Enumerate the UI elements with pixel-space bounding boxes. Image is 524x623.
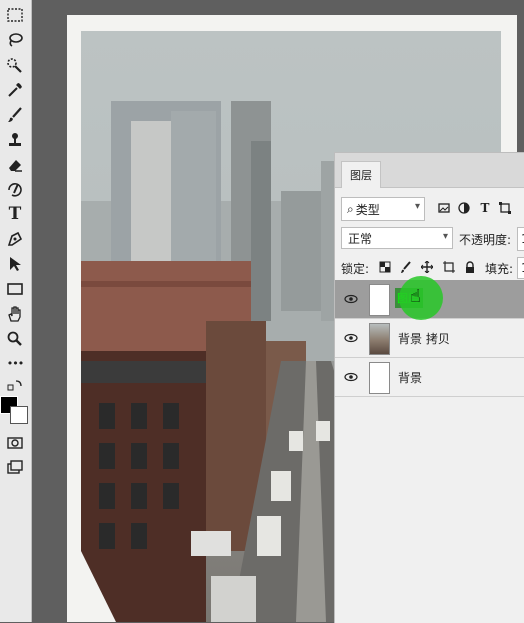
blend-mode-value: 正常: [348, 231, 373, 246]
blend-opacity-row: 正常 ▾ 不透明度: 1: [335, 227, 524, 253]
chevron-down-icon: ▾: [442, 231, 448, 242]
eyedropper-icon[interactable]: [4, 79, 26, 101]
quick-selection-icon[interactable]: [4, 54, 26, 76]
panel-header: 图层: [335, 153, 524, 188]
filter-pixel-icon[interactable]: [435, 199, 453, 217]
layer-filter-row: ⌕ 类型 ▾ T: [335, 197, 524, 223]
filter-shape-icon[interactable]: [496, 199, 514, 217]
lock-image-pixels-icon[interactable]: [398, 259, 414, 275]
layer-thumbnail-transparent: [369, 284, 390, 316]
zoom-icon[interactable]: [4, 328, 26, 350]
path-selection-icon[interactable]: [4, 253, 26, 275]
history-brush-icon[interactable]: [4, 179, 26, 201]
filter-kind-select[interactable]: ⌕ 类型 ▾: [341, 197, 425, 221]
lock-artboard-icon[interactable]: [441, 259, 457, 275]
lock-label: 锁定:: [341, 262, 370, 276]
screen-mode-icon[interactable]: [4, 456, 26, 478]
eraser-icon[interactable]: [4, 154, 26, 176]
chevron-down-icon: ▾: [414, 201, 420, 212]
lasso-icon[interactable]: [4, 29, 26, 51]
lock-position-icon[interactable]: [419, 259, 435, 275]
layer-row-background-copy[interactable]: 背景 拷贝: [335, 319, 524, 358]
filter-type-icon[interactable]: T: [476, 199, 494, 217]
blend-mode-select[interactable]: 正常 ▾: [341, 227, 453, 249]
layers-panel: 图层 ⌕ 类型 ▾ T 正常 ▾ 不透明度: 1 锁定:: [334, 152, 524, 623]
tools-panel: T •••: [0, 0, 32, 622]
layer-name: 背景 拷贝: [398, 332, 450, 346]
search-icon: ⌕: [347, 201, 354, 216]
brush-icon[interactable]: [4, 104, 26, 126]
opacity-input[interactable]: 1: [517, 227, 524, 251]
rectangle-icon[interactable]: [4, 278, 26, 300]
filter-adjustment-icon[interactable]: [455, 199, 473, 217]
lock-transparent-pixels-icon[interactable]: [377, 259, 393, 275]
type-tool-icon[interactable]: T: [4, 203, 26, 225]
tab-layers[interactable]: 图层: [341, 161, 381, 188]
quick-mask-icon[interactable]: [4, 432, 26, 454]
pen-icon[interactable]: [4, 228, 26, 250]
eye-icon[interactable]: [344, 370, 358, 384]
swap-colors-icon[interactable]: [4, 375, 26, 397]
rectangular-marquee-icon[interactable]: [4, 4, 26, 26]
layer-thumbnail-white: [369, 362, 390, 394]
layer-name: 背景: [398, 371, 423, 385]
pointer-hand-icon: ☝: [410, 286, 421, 307]
hand-icon[interactable]: [4, 303, 26, 325]
clone-stamp-icon[interactable]: [4, 129, 26, 151]
layer-row-background[interactable]: 背景: [335, 358, 524, 397]
layer-thumbnail-photo: [369, 323, 390, 355]
lock-all-icon[interactable]: [462, 259, 478, 275]
filter-kind-label: 类型: [355, 202, 380, 217]
background-color-swatch[interactable]: [10, 406, 28, 424]
cursor-highlight: [399, 276, 443, 320]
more-tools-icon[interactable]: •••: [4, 352, 26, 374]
fill-input[interactable]: 1: [517, 257, 524, 279]
eye-icon[interactable]: [344, 331, 358, 345]
fill-label: 填充:: [485, 262, 514, 276]
opacity-label: 不透明度:: [459, 233, 512, 247]
eye-icon[interactable]: [344, 292, 358, 306]
